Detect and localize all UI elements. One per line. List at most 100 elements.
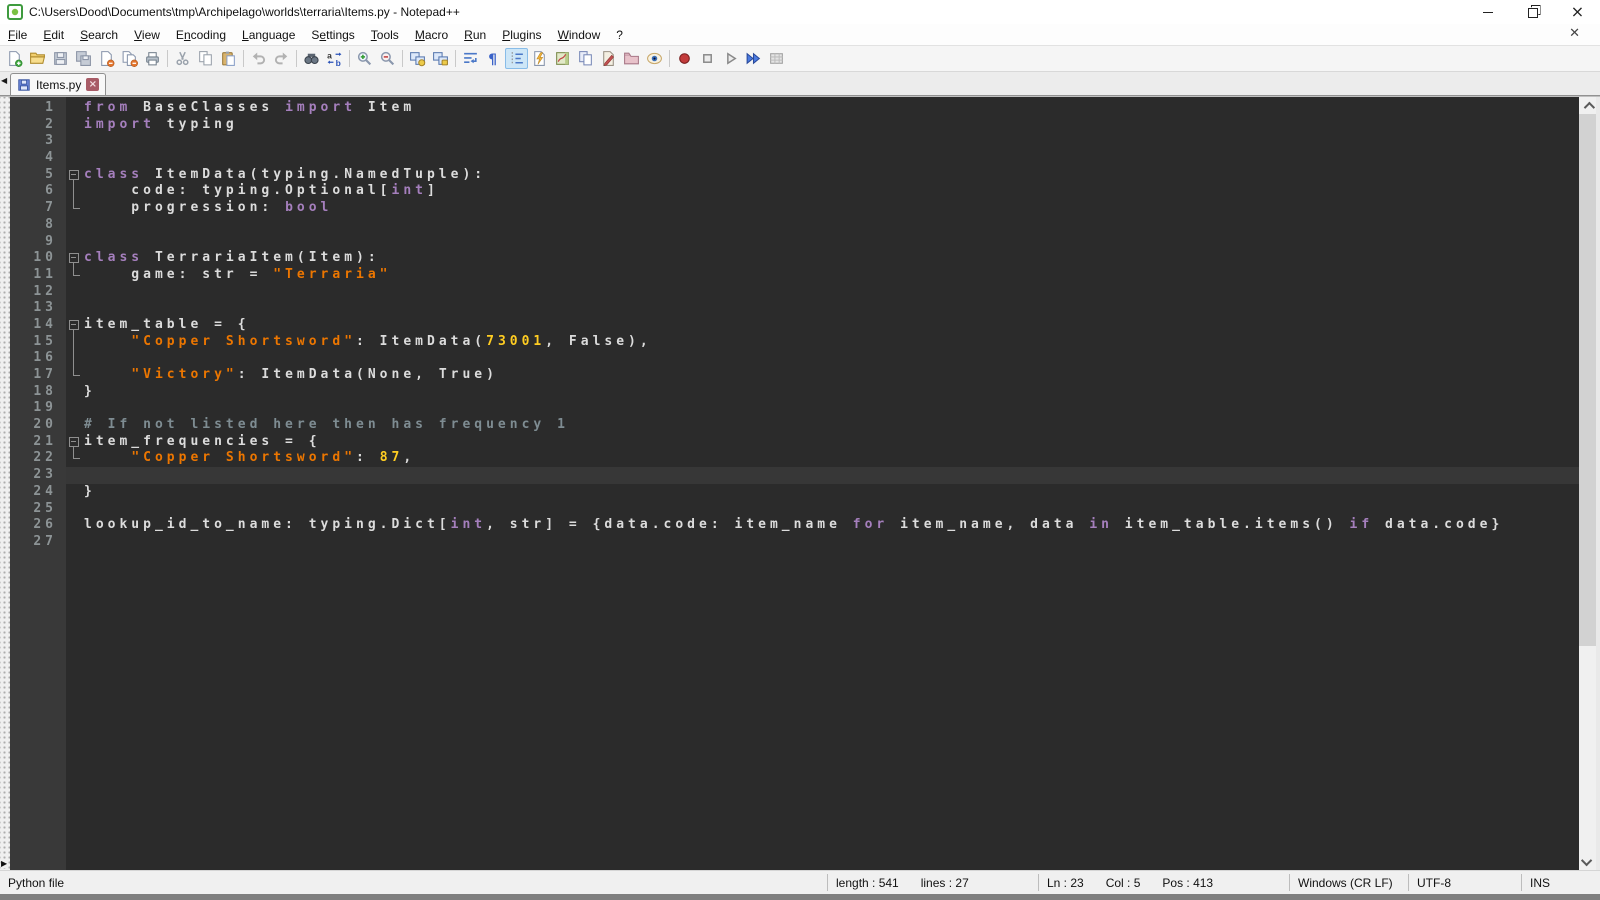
undo-icon[interactable] [247, 48, 270, 69]
sync-vertical-icon[interactable] [406, 48, 429, 69]
line-number: 1 [10, 100, 66, 117]
fold-marker [66, 334, 84, 351]
fold-margin [66, 117, 84, 134]
svg-text:a: a [327, 51, 332, 61]
scrollbar-thumb[interactable] [1579, 114, 1596, 646]
scroll-up-icon[interactable] [1579, 97, 1596, 114]
menu-edit[interactable]: Edit [35, 26, 72, 44]
find-icon[interactable] [300, 48, 323, 69]
save-all-icon[interactable] [72, 48, 95, 69]
fold-marker[interactable] [66, 250, 84, 267]
close-button[interactable]: × [1555, 0, 1600, 24]
code-text: code: typing.Optional[int] [84, 183, 1579, 200]
menu-help[interactable]: ? [608, 26, 631, 44]
sync-horizontal-icon[interactable] [429, 48, 452, 69]
replace-icon[interactable]: ab [323, 48, 346, 69]
fold-margin [66, 384, 84, 401]
menu-file[interactable]: File [0, 26, 35, 44]
fold-marker[interactable] [66, 434, 84, 451]
line-number: 22 [10, 450, 66, 467]
line-number: 18 [10, 384, 66, 401]
menu-search[interactable]: Search [72, 26, 126, 44]
zoom-in-icon[interactable] [353, 48, 376, 69]
code-text: "Victory": ItemData(None, True) [84, 367, 1579, 384]
tab-close-icon[interactable]: × [86, 78, 99, 91]
print-icon[interactable] [141, 48, 164, 69]
close-document-icon[interactable]: ✕ [1569, 26, 1580, 41]
fold-marker[interactable] [66, 167, 84, 184]
code-line: 20# If not listed here then has frequenc… [10, 417, 1579, 434]
edge-marker-icon[interactable] [597, 48, 620, 69]
status-eol-format[interactable]: Windows (CR LF) [1289, 874, 1408, 891]
vertical-scrollbar[interactable] [1579, 97, 1596, 870]
dock-grip[interactable]: ▶ [0, 97, 10, 870]
line-number: 23 [10, 467, 66, 484]
fold-margin [66, 484, 84, 501]
scroll-down-icon[interactable] [1579, 853, 1596, 870]
close-all-icon[interactable] [118, 48, 141, 69]
menu-tools[interactable]: Tools [363, 26, 407, 44]
scrollbar-track[interactable] [1579, 114, 1596, 853]
svg-text:¶: ¶ [488, 52, 497, 67]
menu-items: FileEditSearchViewEncodingLanguageSettin… [0, 26, 631, 44]
macro-run-multiple-icon[interactable] [742, 48, 765, 69]
encoding-label: UTF-8 [1417, 876, 1451, 890]
menu-macro[interactable]: Macro [407, 26, 456, 44]
indent-guide-icon[interactable] [505, 48, 528, 69]
menu-run[interactable]: Run [456, 26, 494, 44]
restore-button[interactable] [1510, 0, 1555, 24]
code-line: 9 [10, 234, 1579, 251]
window-bottom-border [0, 894, 1600, 900]
code-text [84, 400, 1579, 417]
save-icon[interactable] [49, 48, 72, 69]
line-number: 4 [10, 150, 66, 167]
minimize-button[interactable] [1465, 0, 1510, 24]
project-panel-icon[interactable] [620, 48, 643, 69]
redo-icon[interactable] [270, 48, 293, 69]
tab-scroll-left-icon[interactable]: ◀ [1, 76, 7, 85]
notepadpp-app-icon [7, 4, 23, 20]
file-monitor-icon[interactable] [643, 48, 666, 69]
menu-window[interactable]: Window [550, 26, 609, 44]
macro-save-icon[interactable] [765, 48, 788, 69]
zoom-out-icon[interactable] [376, 48, 399, 69]
status-typing-mode[interactable]: INS [1521, 874, 1600, 891]
status-encoding[interactable]: UTF-8 [1408, 874, 1521, 891]
code-line: 12 [10, 284, 1579, 301]
code-text: import typing [84, 117, 1579, 134]
line-position-label: Ln : 23 [1047, 876, 1084, 890]
close-icon[interactable] [95, 48, 118, 69]
new-file-icon[interactable] [3, 48, 26, 69]
fold-marker [66, 200, 84, 217]
fold-margin [66, 517, 84, 534]
line-number: 7 [10, 200, 66, 217]
paste-icon[interactable] [217, 48, 240, 69]
macro-record-icon[interactable] [673, 48, 696, 69]
cut-icon[interactable] [171, 48, 194, 69]
open-icon[interactable] [26, 48, 49, 69]
dock-expand-icon[interactable]: ▶ [1, 859, 7, 868]
word-wrap-icon[interactable] [459, 48, 482, 69]
document-map-icon[interactable] [551, 48, 574, 69]
toolbar-separator [243, 50, 244, 67]
macro-stop-icon[interactable] [696, 48, 719, 69]
tab-items-py[interactable]: Items.py × [10, 73, 106, 95]
line-number: 12 [10, 284, 66, 301]
menu-view[interactable]: View [126, 26, 168, 44]
copy-icon[interactable] [194, 48, 217, 69]
menu-settings[interactable]: Settings [303, 26, 362, 44]
close-icon: × [1571, 4, 1584, 20]
code-line: 18} [10, 384, 1579, 401]
macro-play-icon[interactable] [719, 48, 742, 69]
doc-switcher-icon[interactable] [574, 48, 597, 69]
code-line: 25 [10, 501, 1579, 518]
function-list-icon[interactable] [528, 48, 551, 69]
typing-mode-label: INS [1530, 876, 1550, 890]
menu-language[interactable]: Language [234, 26, 303, 44]
text-editor[interactable]: 1from BaseClasses import Item2import typ… [10, 97, 1579, 870]
fold-marker[interactable] [66, 317, 84, 334]
menu-plugins[interactable]: Plugins [494, 26, 549, 44]
menu-encoding[interactable]: Encoding [168, 26, 234, 44]
show-all-chars-icon[interactable]: ¶ [482, 48, 505, 69]
length-label: length : 541 [836, 876, 899, 890]
